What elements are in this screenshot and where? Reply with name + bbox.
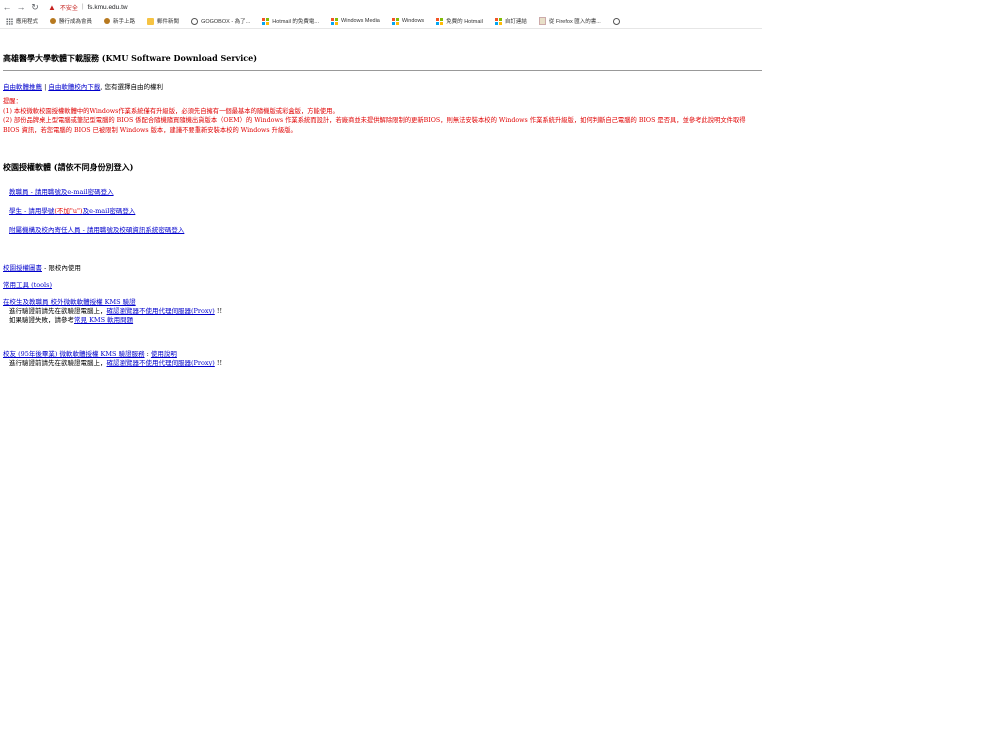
bookmark-item[interactable]: Hotmail 的免費電... (262, 17, 319, 25)
bookmark-item[interactable]: 郵件新聞 (147, 17, 179, 25)
affiliate-login: 附屬機構及校內寄任人員 - 請用職號及校碩資訊系統密碼登入 (9, 224, 184, 234)
forward-icon[interactable]: → (14, 0, 28, 14)
bookmark-label: 從 Firefox 匯入的書... (548, 19, 601, 25)
browser-toolbar: ← → ↻ ▲ 不安全 | fs.kmu.edu.tw (0, 0, 762, 14)
license-library-link[interactable]: 校園授權圖書 (3, 264, 42, 272)
license-library-row: 校園授權圖書 - 限校內使用 (3, 262, 81, 272)
kms-onsite-line-2: 如果驗證失敗，請參考常見 KMS 軟用問題 (3, 314, 133, 324)
address-divider: | (81, 4, 84, 10)
kms-onsite-line-2-prefix: 如果驗證失敗，請參考 (9, 316, 74, 324)
bookmark-item[interactable]: GOGOBOX - 為了... (191, 17, 250, 25)
links-suffix: , 您有選擇自由的權利 (100, 83, 163, 91)
globe-icon (612, 17, 620, 25)
section-title: 校園授權軟體 (請依不同身份別登入) (3, 162, 134, 172)
bookmark-item[interactable]: 新手上路 (104, 17, 135, 25)
bookmark-label: 新手上路 (113, 19, 136, 25)
bookmarks-bar: 應用程式 勝行成為會員 新手上路 郵件新聞 GOGOBOX - 為了... Hotmail… (0, 14, 762, 29)
student-login-link[interactable]: 學生 - 請用學號(不加"u")及e-mail密碼登入 (9, 207, 135, 215)
divider (3, 70, 762, 71)
free-software-links: 自由軟體推薦 | 自由軟體校內下載, 您有選擇自由的權利 (3, 81, 163, 91)
student-login: 學生 - 請用學號(不加"u")及e-mail密碼登入 (9, 205, 135, 215)
doc-icon (538, 17, 546, 25)
windows-icon (436, 17, 444, 25)
insecure-label: 不安全 (59, 5, 78, 12)
bookmark-item[interactable]: 勝行成為會員 (50, 17, 92, 25)
bookmark-label: 勝行成為會員 (59, 19, 93, 25)
url-text[interactable]: fs.kmu.edu.tw (88, 4, 128, 11)
notice-line-1: (1) 本校微軟校園授權軟體中的Windows作業系統僅有升級版，必須先自擁有一… (3, 107, 339, 115)
address-bar[interactable]: ▲ 不安全 | fs.kmu.edu.tw (48, 3, 128, 12)
favicon-icon (104, 18, 111, 24)
kms-alumni-line-1: 進行驗證前請先在欲驗證電腦上，確認瀏覽器不使用代理伺服器(Proxy) !! (3, 357, 222, 367)
folder-icon (147, 17, 155, 25)
apps-icon (6, 17, 13, 25)
notice-block: 提醒： (1) 本校微軟校園授權軟體中的Windows作業系統僅有升級版，必須先… (3, 97, 762, 135)
bookmark-item[interactable]: 應用程式 (6, 17, 38, 25)
tools-row: 常用工具 (tools) (3, 279, 52, 289)
student-login-note: (不加"u") (54, 207, 83, 215)
reload-icon[interactable]: ↻ (28, 0, 42, 14)
bookmark-label: 郵件新聞 (157, 19, 180, 25)
tools-link[interactable]: 常用工具 (tools) (3, 281, 52, 289)
bookmark-item[interactable]: Windows (391, 17, 425, 25)
bookmark-item[interactable]: Windows Media (331, 17, 380, 25)
kms-faq-link[interactable]: 常見 KMS 軟用問題 (74, 316, 133, 324)
globe-icon[interactable] (612, 17, 623, 25)
bookmark-label: 自訂連結 (504, 19, 527, 25)
bookmark-item[interactable]: 從 Firefox 匯入的書... (538, 17, 601, 25)
kms-alumni-proxy-link[interactable]: 確認瀏覽器不使用代理伺服器(Proxy) (107, 359, 215, 367)
page-title: 高雄醫學大學軟體下載服務 (KMU Software Download Serv… (3, 53, 257, 63)
bookmark-item[interactable]: 自訂連結 (494, 17, 527, 25)
back-icon[interactable]: ← (0, 0, 14, 14)
kms-alumni-line-1-prefix: 進行驗證前請先在欲驗證電腦上， (9, 359, 107, 367)
notice-line-2: (2) 部份品牌桌上型電腦或筆記型電腦的 BIOS 係配合隨機隨買隨機出貨版本（… (3, 117, 746, 134)
windows-icon (494, 17, 502, 25)
kms-onsite-line-1-suffix: !! (214, 307, 223, 315)
student-login-prefix: 學生 - 請用學號 (9, 207, 55, 215)
bookmark-item[interactable]: 免費的 Hotmail (436, 17, 483, 25)
faculty-login: 教職員 - 請用職號及e-mail密碼登入 (9, 186, 114, 196)
notice-heading: 提醒： (3, 98, 22, 105)
free-software-recommend-link[interactable]: 自由軟體推薦 (3, 83, 42, 91)
bookmark-label: 應用程式 (16, 19, 39, 25)
favicon-icon (50, 18, 57, 24)
kms-alumni-line-1-suffix: !! (214, 359, 223, 367)
windows-icon (391, 17, 399, 25)
bookmark-label: 免費的 Hotmail (446, 19, 483, 25)
bookmark-label: GOGOBOX - 為了... (201, 19, 251, 25)
affiliate-login-link[interactable]: 附屬機構及校內寄任人員 - 請用職號及校碩資訊系統密碼登入 (9, 226, 184, 234)
bookmark-label: Windows Media (341, 18, 380, 24)
globe-icon (191, 17, 199, 25)
faculty-login-link[interactable]: 教職員 - 請用職號及e-mail密碼登入 (9, 188, 114, 196)
windows-icon (262, 17, 270, 25)
bookmark-label: Windows (401, 18, 425, 24)
student-login-suffix: 及e-mail密碼登入 (82, 207, 136, 215)
bookmark-label: Hotmail 的免費電... (272, 19, 320, 25)
free-software-download-link[interactable]: 自由軟體校內下載 (48, 83, 100, 91)
windows-icon (331, 17, 339, 25)
warning-icon: ▲ (48, 2, 56, 12)
license-library-suffix: - 限校內使用 (42, 264, 81, 272)
